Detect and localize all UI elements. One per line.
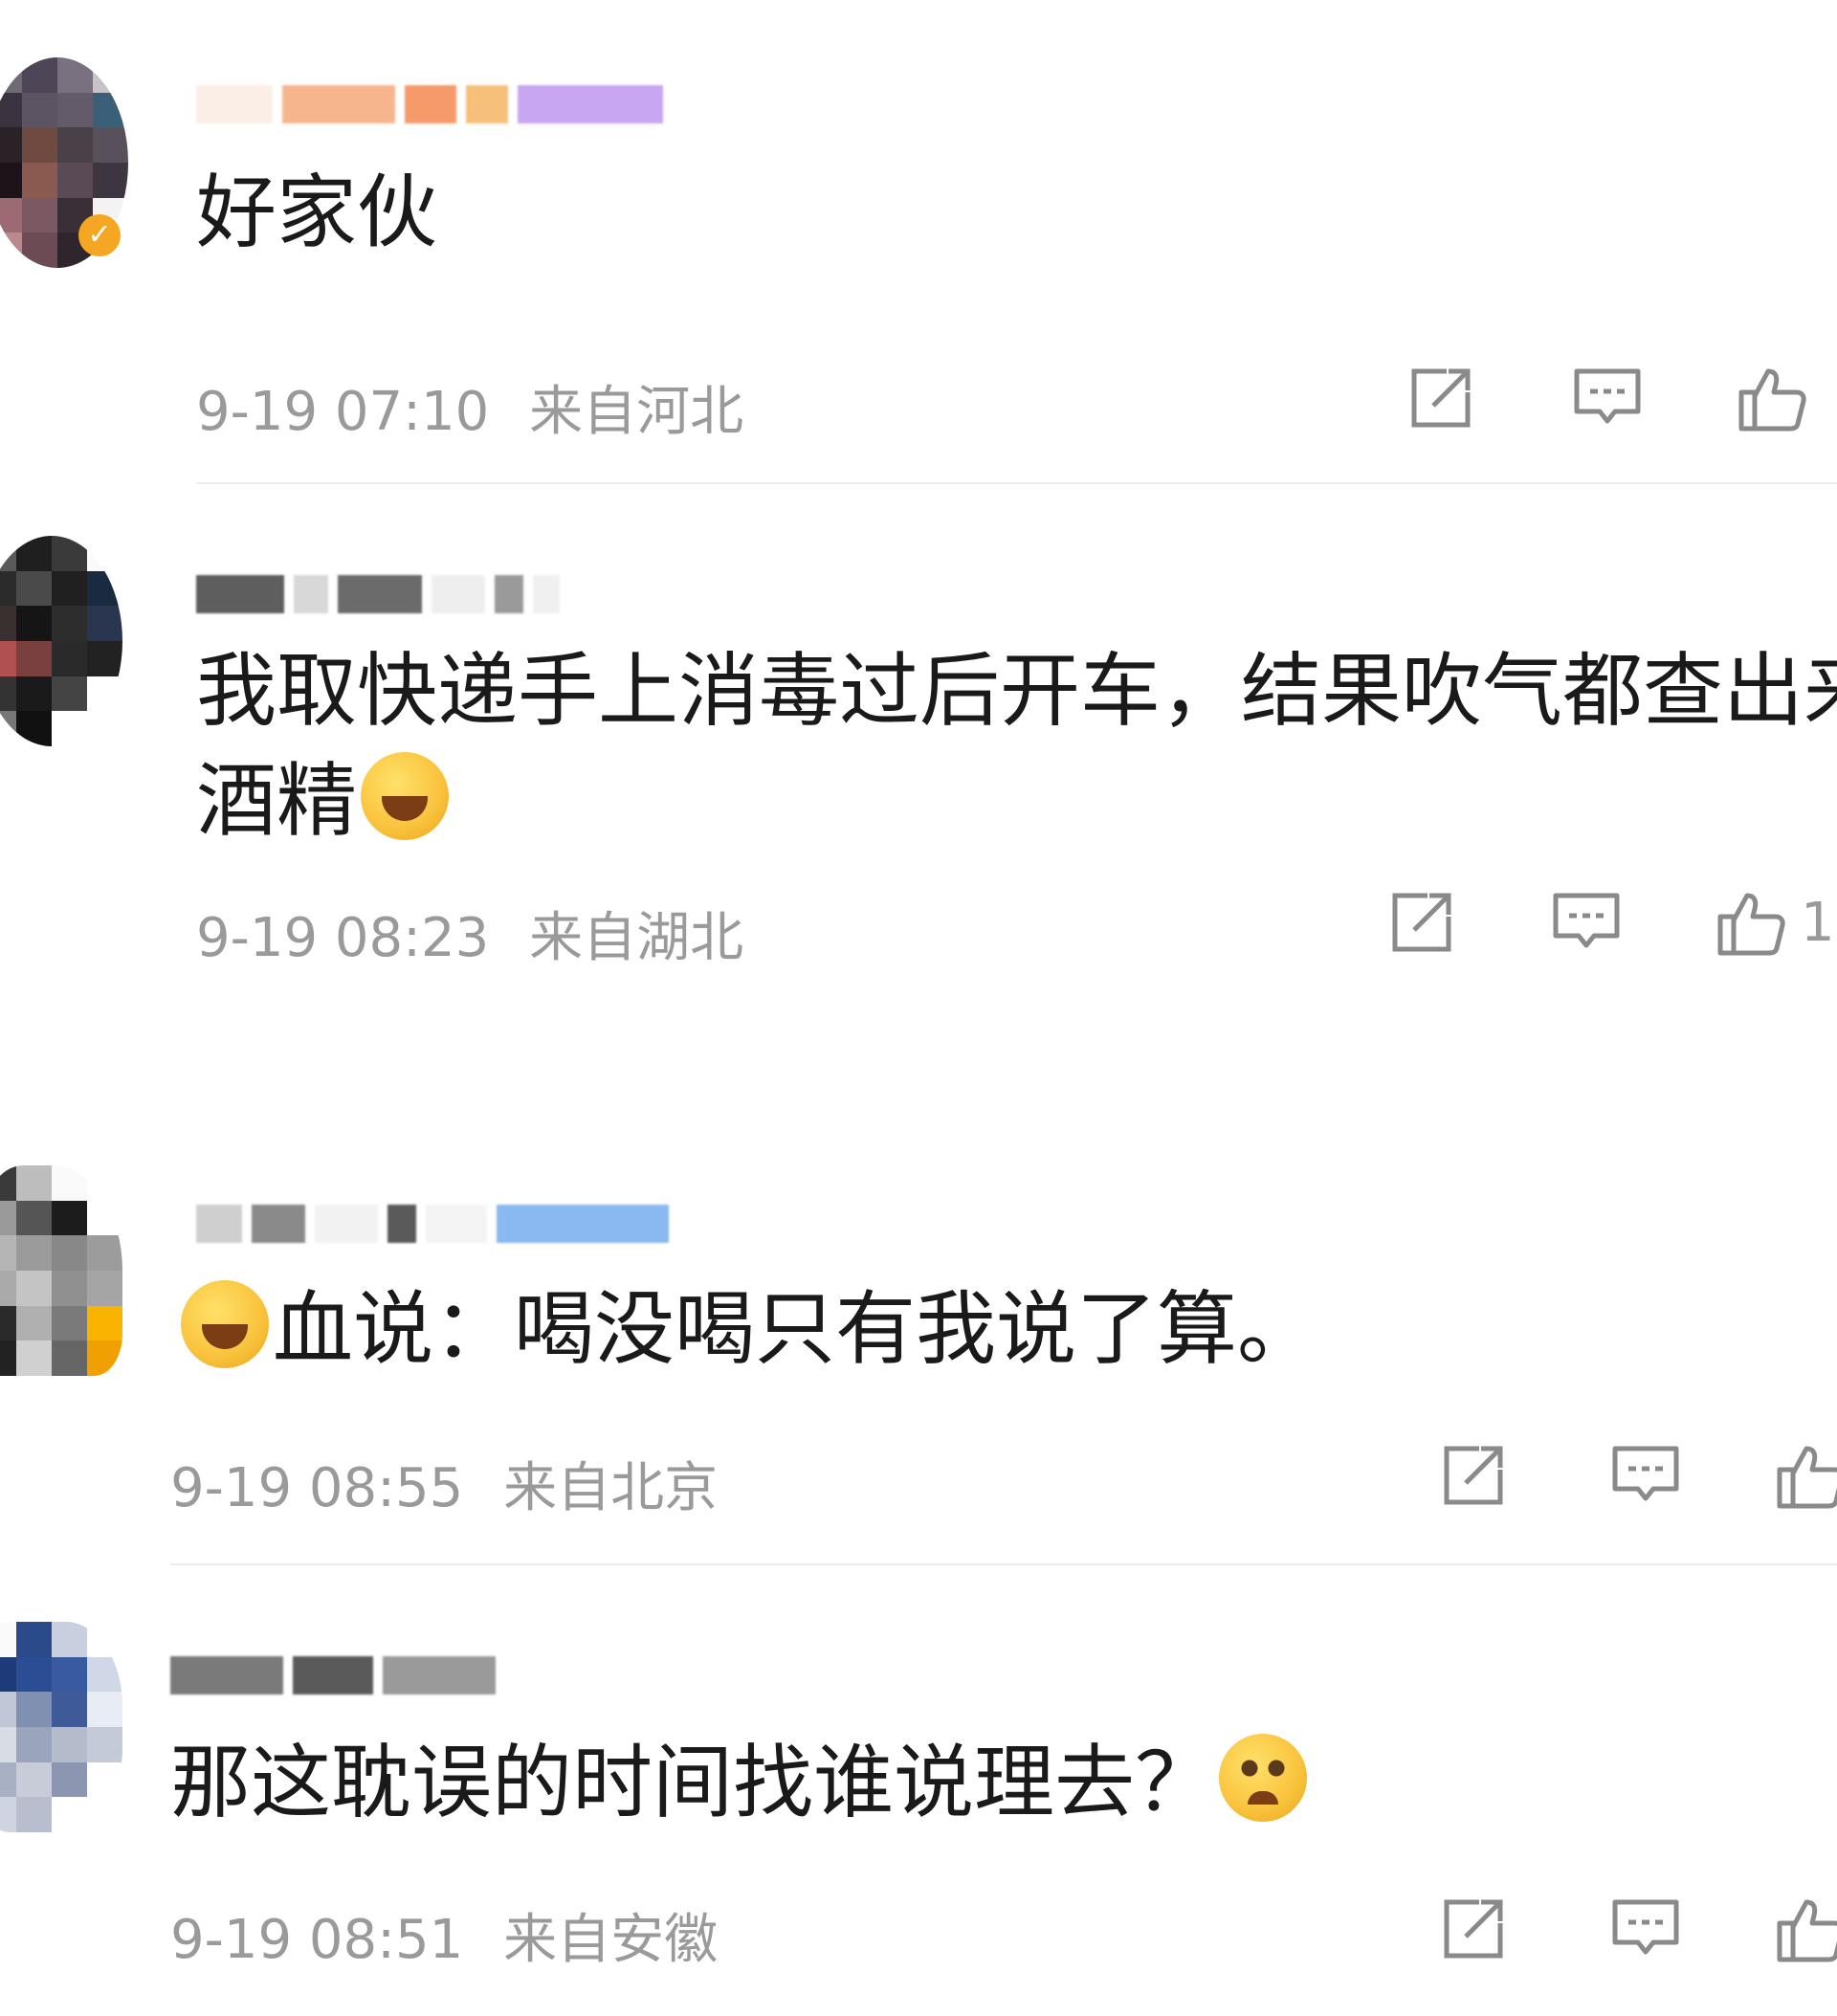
comment-location: 来自北京 xyxy=(503,1457,719,1519)
thumbs-up-icon xyxy=(1777,1899,1837,1962)
reply-button[interactable] xyxy=(1609,1439,1682,1512)
like-button[interactable] xyxy=(1774,1893,1837,1965)
laughing-crying-emoji xyxy=(181,1280,269,1368)
comment-time: 9-19 08:55 xyxy=(170,1457,464,1519)
username[interactable] xyxy=(170,1646,496,1705)
comment-text: 酒精 xyxy=(196,754,358,848)
comment-text-line: 那这耽误的时间找谁说理去？ xyxy=(170,1728,1311,1837)
comment-icon xyxy=(1574,368,1641,424)
divider xyxy=(196,482,1837,484)
share-button[interactable] xyxy=(1385,886,1458,959)
share-button[interactable] xyxy=(1437,1893,1510,1965)
share-icon xyxy=(1444,1446,1503,1505)
share-icon xyxy=(1411,368,1471,428)
comment-text-line: 血说：喝没喝只有我说了算。 xyxy=(177,1274,1317,1384)
comment-actions xyxy=(1437,1439,1837,1512)
comment-icon xyxy=(1553,893,1620,948)
username[interactable] xyxy=(196,1194,669,1253)
comment-text-line-2: 酒精 xyxy=(196,746,453,855)
comment-meta: 9-19 07:10 来自河北 xyxy=(196,368,743,446)
verified-badge-icon: ✓ xyxy=(78,214,121,256)
thumbs-up-icon xyxy=(1738,368,1806,432)
comment-location: 来自湖北 xyxy=(529,907,744,969)
laughing-crying-emoji xyxy=(361,752,450,840)
like-button[interactable] xyxy=(1715,886,1787,959)
avatar[interactable] xyxy=(0,536,122,746)
comment-icon xyxy=(1612,1446,1679,1501)
comment-text: 好家伙 xyxy=(196,166,438,259)
comment-time: 9-19 07:10 xyxy=(196,381,490,443)
reply-button[interactable] xyxy=(1571,362,1644,434)
thumbs-up-icon xyxy=(1777,1446,1837,1509)
share-button[interactable] xyxy=(1437,1439,1510,1512)
share-icon xyxy=(1444,1899,1503,1959)
comment-icon xyxy=(1612,1899,1679,1955)
comment-actions: 1 xyxy=(1385,886,1835,959)
avatar[interactable] xyxy=(0,1622,122,1832)
comment-time: 9-19 08:23 xyxy=(196,907,490,969)
sad-teary-emoji xyxy=(1219,1734,1308,1822)
comment-meta: 9-19 08:23 来自湖北 xyxy=(196,895,743,972)
comment-actions xyxy=(1437,1893,1837,1965)
reply-button[interactable] xyxy=(1609,1893,1682,1965)
avatar[interactable] xyxy=(0,1165,122,1376)
comment-meta: 9-19 08:51 来自安徽 xyxy=(170,1896,718,1974)
comment-time: 9-19 08:51 xyxy=(170,1909,464,1971)
share-icon xyxy=(1392,893,1451,952)
reply-button[interactable] xyxy=(1550,886,1623,959)
share-button[interactable] xyxy=(1405,362,1477,434)
username[interactable] xyxy=(196,565,560,624)
divider xyxy=(170,1563,1837,1565)
like-button[interactable] xyxy=(1774,1439,1837,1512)
comment-meta: 9-19 08:55 来自北京 xyxy=(170,1445,718,1522)
username[interactable] xyxy=(196,75,663,134)
like-count: 1 xyxy=(1801,891,1835,954)
comment-text: 血说：喝没喝只有我说了算。 xyxy=(273,1282,1318,1376)
comment-text: 那这耽误的时间找谁说理去？ xyxy=(170,1736,1216,1829)
thumbs-up-icon xyxy=(1717,893,1785,956)
like-button[interactable] xyxy=(1736,362,1808,434)
comment-location: 来自河北 xyxy=(529,381,744,443)
comment-location: 来自安徽 xyxy=(503,1909,719,1971)
comment-text-line-1: 我取快递手上消毒过后开车，结果吹气都查出来 xyxy=(196,644,1837,738)
comment-actions xyxy=(1405,362,1808,434)
